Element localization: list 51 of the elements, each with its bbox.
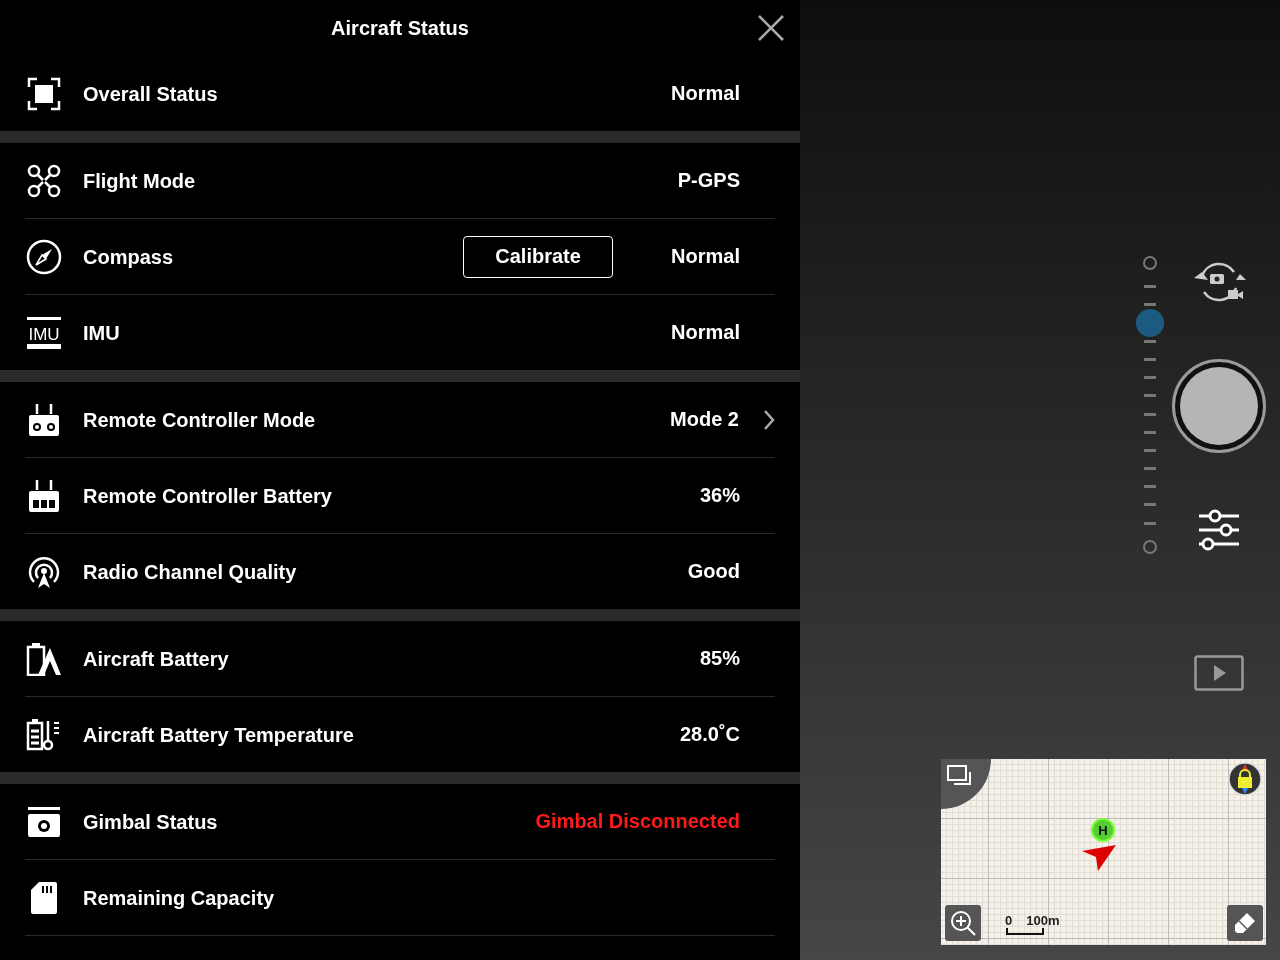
battery-thermometer-icon <box>26 716 62 753</box>
status-label: Aircraft Battery <box>83 646 230 671</box>
status-label: Compass <box>83 244 175 269</box>
compass-lock-icon[interactable] <box>1228 762 1262 796</box>
close-icon <box>756 14 786 42</box>
status-value: Gimbal Disconnected <box>535 810 740 833</box>
calibrate-button[interactable]: Calibrate <box>463 235 614 278</box>
status-label: Aircraft Battery Temperature <box>83 722 355 747</box>
remote-controller-icon <box>28 402 60 437</box>
scale-bar-icon <box>1005 928 1045 936</box>
camera-icon <box>27 805 61 838</box>
play-icon[interactable] <box>1194 655 1244 691</box>
status-value[interactable]: Mode 2 <box>670 408 739 431</box>
status-label: Radio Channel Quality <box>83 559 298 584</box>
status-label: Overall Status <box>83 81 219 106</box>
status-value: 36% <box>699 484 740 507</box>
close-button[interactable] <box>756 14 786 42</box>
chevron-right-icon[interactable] <box>763 408 775 431</box>
compass-icon <box>26 238 62 275</box>
map-view[interactable]: H 0 100m <box>941 759 1266 945</box>
eraser-icon <box>1233 911 1257 935</box>
status-label: Remaining Capacity <box>83 885 276 910</box>
slider-end-icon <box>1143 539 1157 554</box>
status-label: Remote Controller Mode <box>83 407 317 432</box>
status-value: Good <box>687 560 740 583</box>
zoom-in-button[interactable] <box>945 905 981 941</box>
zoom-in-icon <box>949 909 977 937</box>
status-label: Gimbal Status <box>83 809 219 834</box>
battery-icon <box>26 641 62 676</box>
panel-title: Aircraft Status <box>331 16 469 40</box>
scale-end-label: 100m <box>1026 913 1060 928</box>
remote-battery-icon <box>28 478 60 513</box>
settings-sliders-icon[interactable] <box>1197 508 1241 552</box>
status-label: Remote Controller Battery <box>83 483 333 508</box>
status-value: P-GPS <box>677 169 740 192</box>
slider-end-icon <box>1143 256 1157 270</box>
frame-icon <box>27 76 61 111</box>
scale-start-label: 0 <box>1005 913 1013 928</box>
home-point-icon: H <box>1090 817 1116 843</box>
status-value: 28.0˚C <box>679 723 740 746</box>
eraser-button[interactable] <box>1227 905 1263 941</box>
status-value: Normal <box>671 82 740 105</box>
status-value: Normal <box>671 245 740 268</box>
sd-card-icon <box>30 880 58 915</box>
map-toggle-button[interactable] <box>941 759 991 809</box>
drone-icon <box>27 163 61 198</box>
status-value: Normal <box>671 321 740 344</box>
slider-thumb[interactable] <box>1136 309 1164 338</box>
status-value: 85% <box>699 647 740 670</box>
status-label: IMU <box>83 320 121 345</box>
status-label: Flight Mode <box>83 168 197 193</box>
